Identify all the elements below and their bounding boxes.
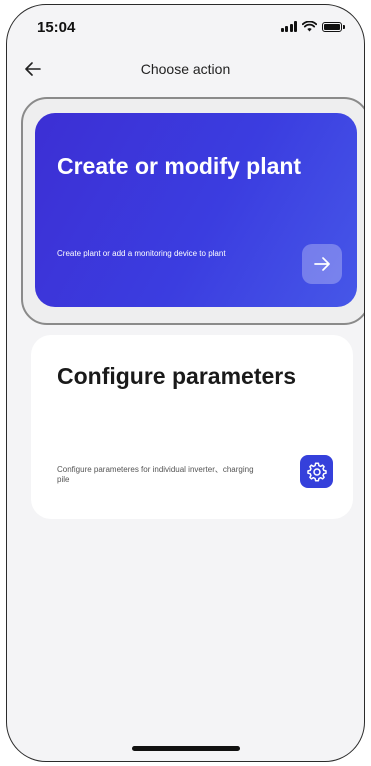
status-bar: 15:04 — [7, 5, 364, 49]
phone-frame: 15:04 Choose action Create or modify pla… — [6, 4, 365, 762]
create-plant-title: Create or modify plant — [57, 153, 302, 179]
arrow-right-icon — [314, 257, 330, 271]
gear-icon — [306, 462, 327, 481]
battery-icon — [322, 21, 345, 32]
home-indicator — [132, 746, 240, 751]
create-plant-card[interactable]: Create or modify plant Create plant or a… — [35, 113, 357, 307]
configure-parameters-card[interactable]: Configure parameters Configure parameter… — [31, 335, 353, 519]
create-plant-arrow-button[interactable] — [302, 244, 342, 284]
configure-parameters-description: Configure parameteres for individual inv… — [57, 465, 254, 484]
configure-parameters-title: Configure parameters — [57, 363, 297, 389]
wifi-icon — [302, 21, 317, 32]
configure-parameters-button[interactable] — [300, 455, 333, 488]
signal-icon — [280, 21, 297, 32]
status-time: 15:04 — [37, 19, 76, 36]
status-icons — [280, 21, 345, 32]
nav-bar: Choose action — [7, 49, 364, 89]
plant-card-highlight: Create or modify plant Create plant or a… — [21, 97, 364, 325]
create-plant-description: Create plant or add a monitoring device … — [57, 249, 226, 258]
page-title: Choose action — [140, 61, 231, 77]
